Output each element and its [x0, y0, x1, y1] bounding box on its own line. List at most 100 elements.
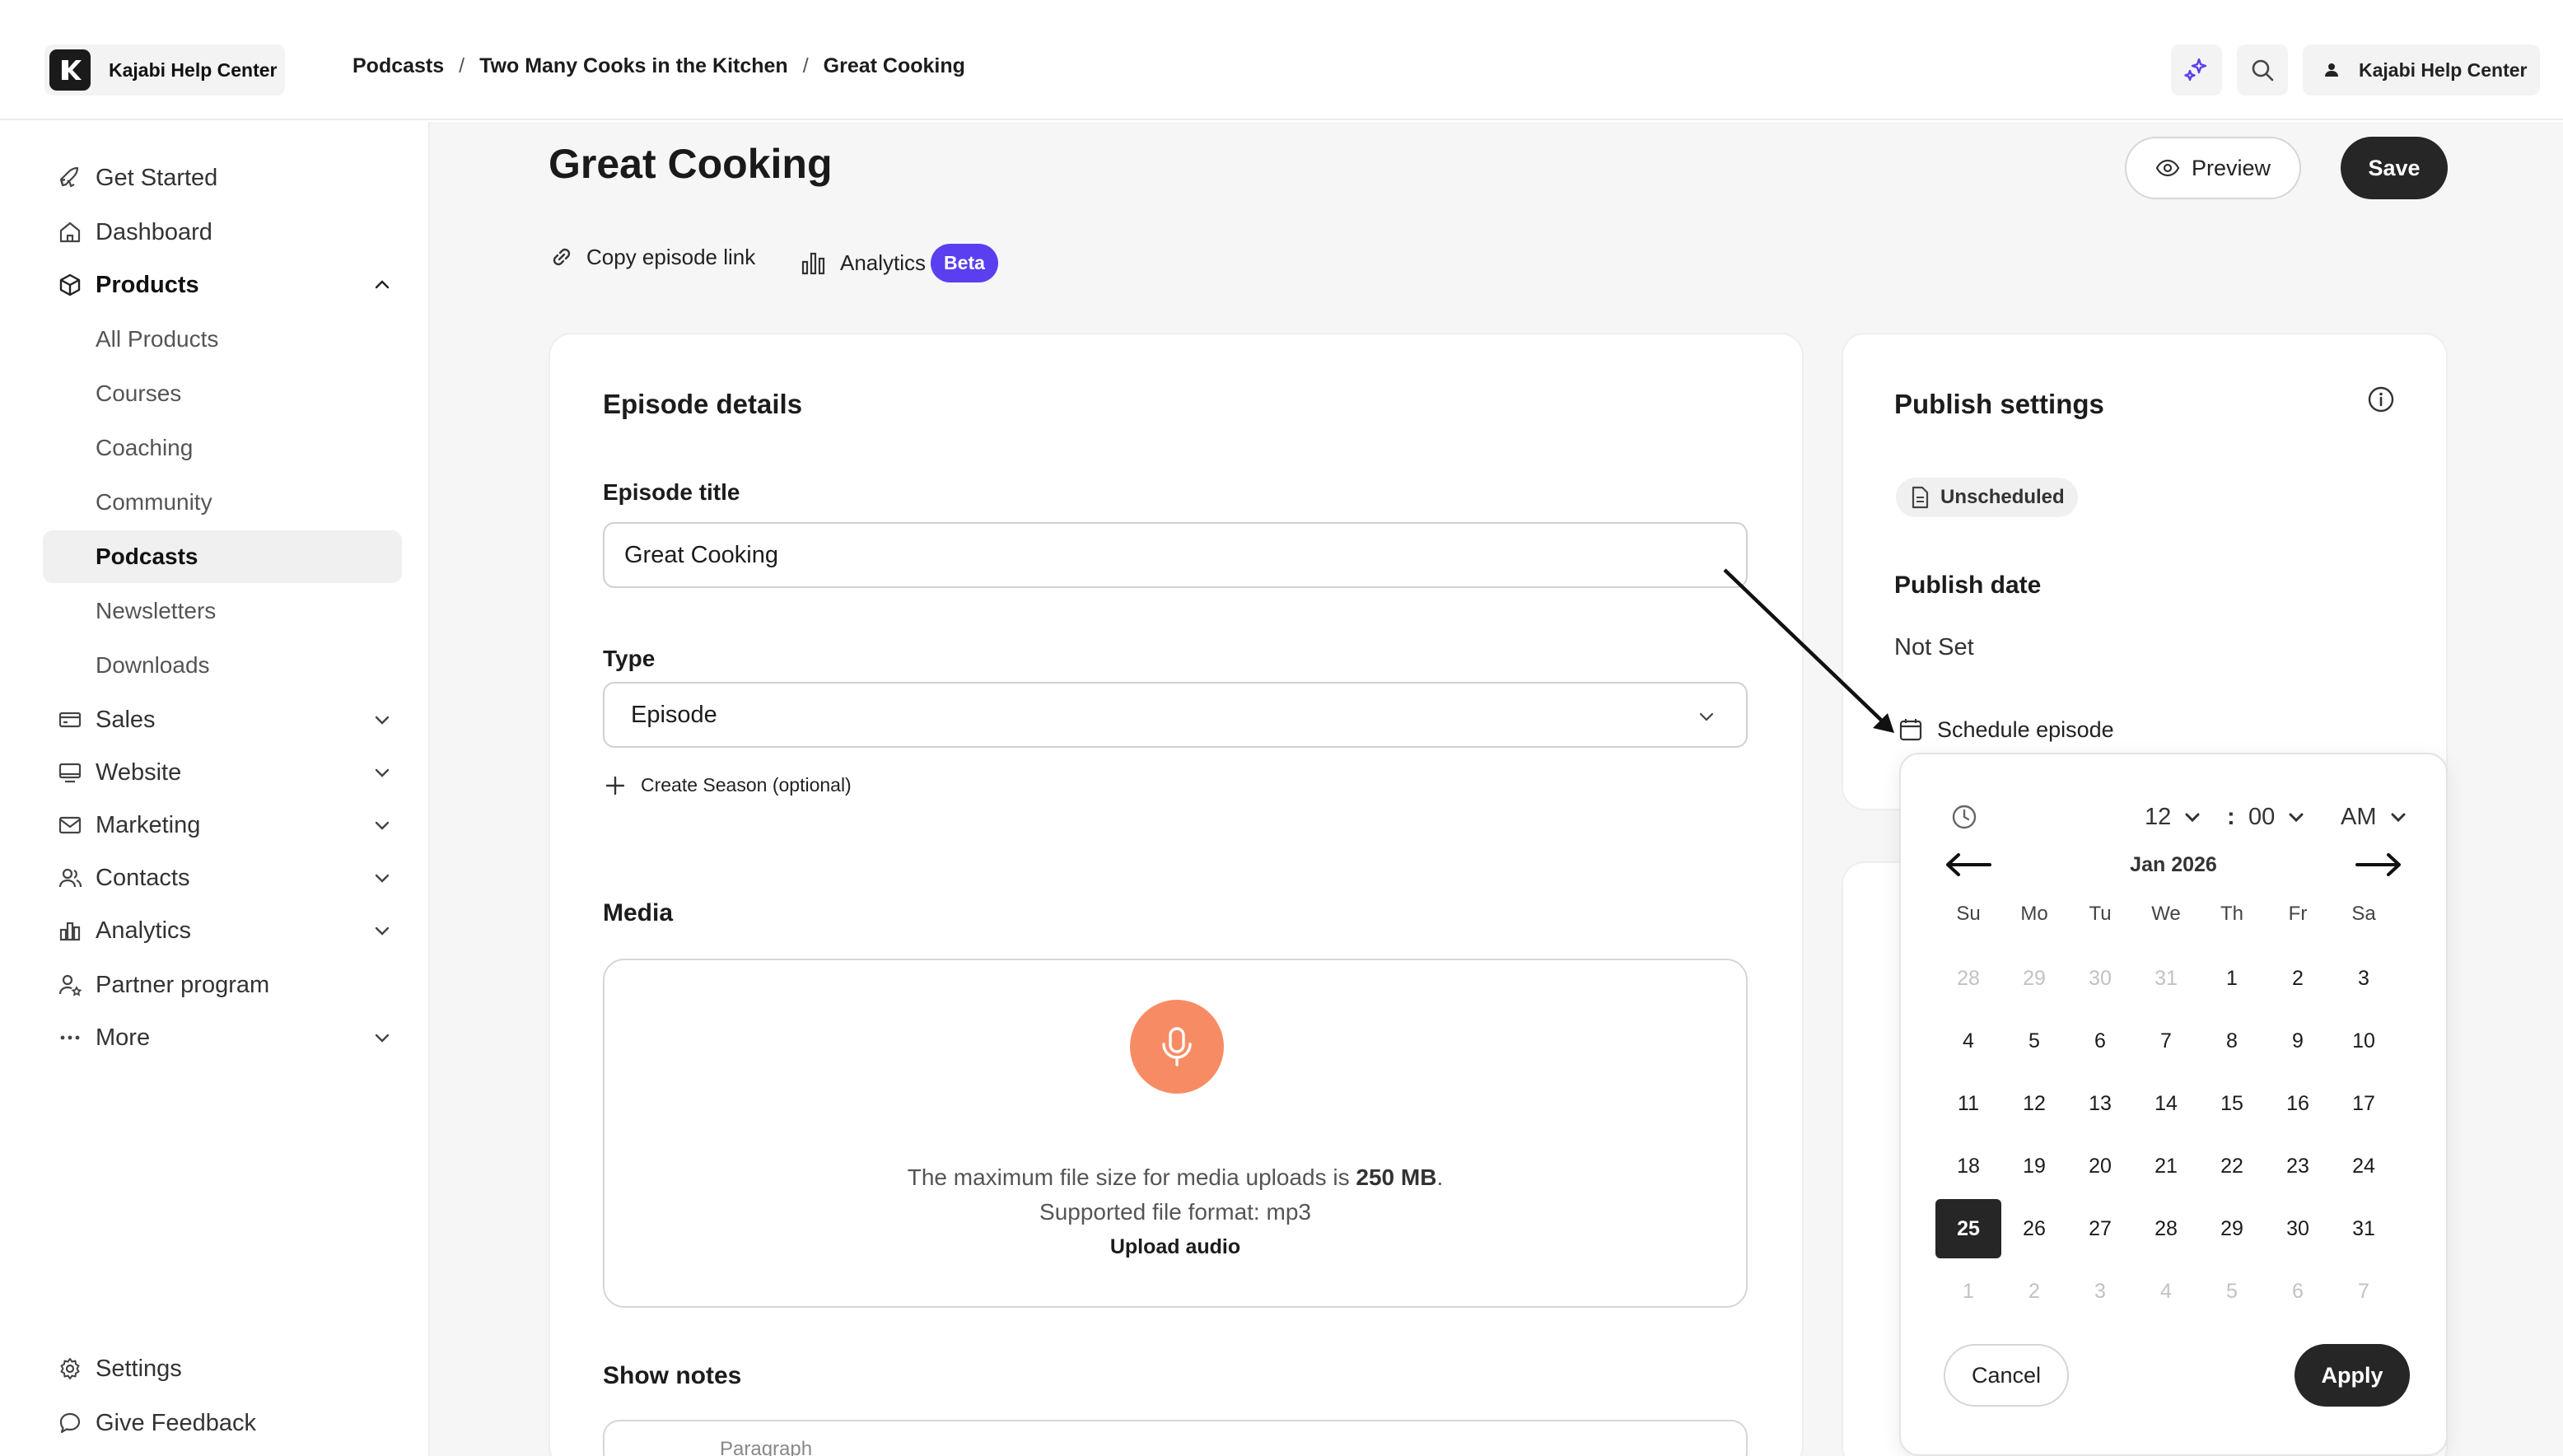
calendar-day[interactable]: 6 — [2265, 1260, 2331, 1323]
calendar-day[interactable]: 29 — [2001, 947, 2067, 1010]
copy-episode-link[interactable]: Copy episode link — [549, 244, 755, 270]
sidebar-item-settings[interactable]: Settings — [43, 1342, 402, 1395]
sidebar-item-dashboard[interactable]: Dashboard — [43, 206, 402, 259]
cancel-button[interactable]: Cancel — [1944, 1344, 2069, 1407]
show-notes-editor[interactable]: Paragraph — [603, 1420, 1748, 1456]
calendar-day[interactable]: 23 — [2265, 1135, 2331, 1197]
calendar-day[interactable]: 17 — [2331, 1072, 2397, 1135]
sidebar-item-community[interactable]: Community — [43, 476, 402, 529]
calendar-day[interactable]: 29 — [2199, 1197, 2265, 1260]
meridiem-select[interactable]: AM — [2341, 797, 2408, 837]
calendar-day[interactable]: 13 — [2067, 1072, 2133, 1135]
calendar-day-number: 5 — [2226, 1279, 2238, 1303]
calendar-day[interactable]: 30 — [2067, 947, 2133, 1010]
sidebar-item-label: Website — [96, 758, 182, 786]
sidebar-item-podcasts[interactable]: Podcasts — [43, 530, 402, 583]
calendar-day[interactable]: 22 — [2199, 1135, 2265, 1197]
calendar-day[interactable]: 5 — [2199, 1260, 2265, 1323]
account-menu[interactable]: Kajabi Help Center — [2303, 44, 2540, 96]
create-season-button[interactable]: Create Season (optional) — [605, 774, 852, 796]
calendar-day[interactable]: 18 — [1935, 1135, 2001, 1197]
calendar-day[interactable]: 19 — [2001, 1135, 2067, 1197]
calendar-day[interactable]: 3 — [2331, 947, 2397, 1010]
episode-details-title: Episode details — [603, 389, 803, 419]
sidebar-item-courses[interactable]: Courses — [43, 367, 402, 420]
calendar-day[interactable]: 7 — [2331, 1260, 2397, 1323]
next-month-button[interactable] — [2352, 845, 2405, 884]
calendar-day[interactable]: 28 — [1935, 947, 2001, 1010]
sidebar-item-downloads[interactable]: Downloads — [43, 639, 402, 692]
sidebar-item-marketing[interactable]: Marketing — [43, 799, 402, 852]
info-icon[interactable] — [2367, 385, 2395, 413]
breadcrumb-podcast[interactable]: Two Many Cooks in the Kitchen — [479, 54, 788, 78]
calendar-day[interactable]: 16 — [2265, 1072, 2331, 1135]
ai-assistant-button[interactable] — [2171, 44, 2222, 96]
minute-select[interactable]: 00 — [2248, 797, 2306, 837]
calendar-day[interactable]: 5 — [2001, 1010, 2067, 1072]
sidebar-item-contacts[interactable]: Contacts — [43, 852, 402, 904]
calendar-day-selected[interactable]: 25 — [1935, 1197, 2001, 1260]
save-button[interactable]: Save — [2341, 137, 2448, 199]
sidebar-item-label: Partner program — [96, 971, 270, 998]
calendar-day[interactable]: 20 — [2067, 1135, 2133, 1197]
calendar-day[interactable]: 31 — [2331, 1197, 2397, 1260]
calendar-day[interactable]: 4 — [1935, 1010, 2001, 1072]
media-upload-dropzone[interactable]: The maximum file size for media uploads … — [603, 959, 1748, 1308]
calendar-day[interactable]: 24 — [2331, 1135, 2397, 1197]
brand-switcher[interactable]: Kajabi Help Center — [44, 44, 285, 96]
calendar-day[interactable]: 21 — [2133, 1135, 2199, 1197]
calendar-day[interactable]: 11 — [1935, 1072, 2001, 1135]
calendar-day[interactable]: 14 — [2133, 1072, 2199, 1135]
weekday-label: We — [2151, 903, 2181, 925]
sidebar-item-sales[interactable]: Sales — [43, 693, 402, 746]
calendar-day[interactable]: 3 — [2067, 1260, 2133, 1323]
sidebar-item-analytics[interactable]: Analytics — [43, 904, 402, 957]
sidebar-item-products[interactable]: Products — [43, 259, 402, 311]
sidebar-item-partner-program[interactable]: Partner program — [43, 959, 402, 1011]
link-icon — [549, 244, 575, 270]
sidebar-item-coaching[interactable]: Coaching — [43, 422, 402, 474]
episode-title-input[interactable]: Great Cooking — [603, 522, 1748, 588]
top-bar: Kajabi Help Center Podcasts / Two Many C… — [0, 0, 2563, 120]
calendar-day[interactable]: 1 — [2199, 947, 2265, 1010]
search-button[interactable] — [2237, 44, 2288, 96]
paragraph-style-select[interactable]: Paragraph — [720, 1438, 812, 1456]
schedule-episode-button[interactable]: Schedule episode — [1898, 716, 2114, 743]
type-label: Type — [603, 646, 656, 671]
calendar-day[interactable]: 6 — [2067, 1010, 2133, 1072]
calendar-day[interactable]: 30 — [2265, 1197, 2331, 1260]
calendar-day[interactable]: 12 — [2001, 1072, 2067, 1135]
calendar-day[interactable]: 27 — [2067, 1197, 2133, 1260]
calendar-day[interactable]: 2 — [2001, 1260, 2067, 1323]
sidebar-item-website[interactable]: Website — [43, 746, 402, 799]
upload-audio-link[interactable]: Upload audio — [605, 1235, 1746, 1259]
sidebar-item-newsletters[interactable]: Newsletters — [43, 585, 402, 637]
calendar-day[interactable]: 7 — [2133, 1010, 2199, 1072]
calendar-day[interactable]: 15 — [2199, 1072, 2265, 1135]
preview-button[interactable]: Preview — [2125, 137, 2301, 199]
calendar-day[interactable]: 4 — [2133, 1260, 2199, 1323]
sidebar-item-get-started[interactable]: Get Started — [43, 152, 402, 204]
arrow-right-icon — [2354, 851, 2403, 879]
sidebar-item-more[interactable]: More — [43, 1011, 402, 1064]
media-size-prefix: The maximum file size for media uploads … — [907, 1164, 1356, 1190]
apply-button[interactable]: Apply — [2295, 1344, 2410, 1407]
calendar-day[interactable]: 2 — [2265, 947, 2331, 1010]
calendar-day-number: 5 — [2028, 1029, 2040, 1052]
calendar-day[interactable]: 8 — [2199, 1010, 2265, 1072]
weekday-label: Su — [1956, 903, 1981, 925]
type-select[interactable]: Episode — [603, 682, 1748, 748]
calendar-day[interactable]: 1 — [1935, 1260, 2001, 1323]
calendar-day[interactable]: 26 — [2001, 1197, 2067, 1260]
sidebar-item-give-feedback[interactable]: Give Feedback — [43, 1397, 402, 1449]
analytics-link[interactable]: Analytics Beta — [801, 244, 998, 282]
hour-select[interactable]: 12 — [2145, 797, 2202, 837]
calendar-day[interactable]: 31 — [2133, 947, 2199, 1010]
microphone-button[interactable] — [1130, 1000, 1224, 1094]
calendar-day[interactable]: 10 — [2331, 1010, 2397, 1072]
status-badge: Unscheduled — [1896, 478, 2078, 517]
calendar-day[interactable]: 28 — [2133, 1197, 2199, 1260]
breadcrumb-podcasts[interactable]: Podcasts — [352, 54, 444, 78]
calendar-day[interactable]: 9 — [2265, 1010, 2331, 1072]
sidebar-item-all-products[interactable]: All Products — [43, 313, 402, 366]
